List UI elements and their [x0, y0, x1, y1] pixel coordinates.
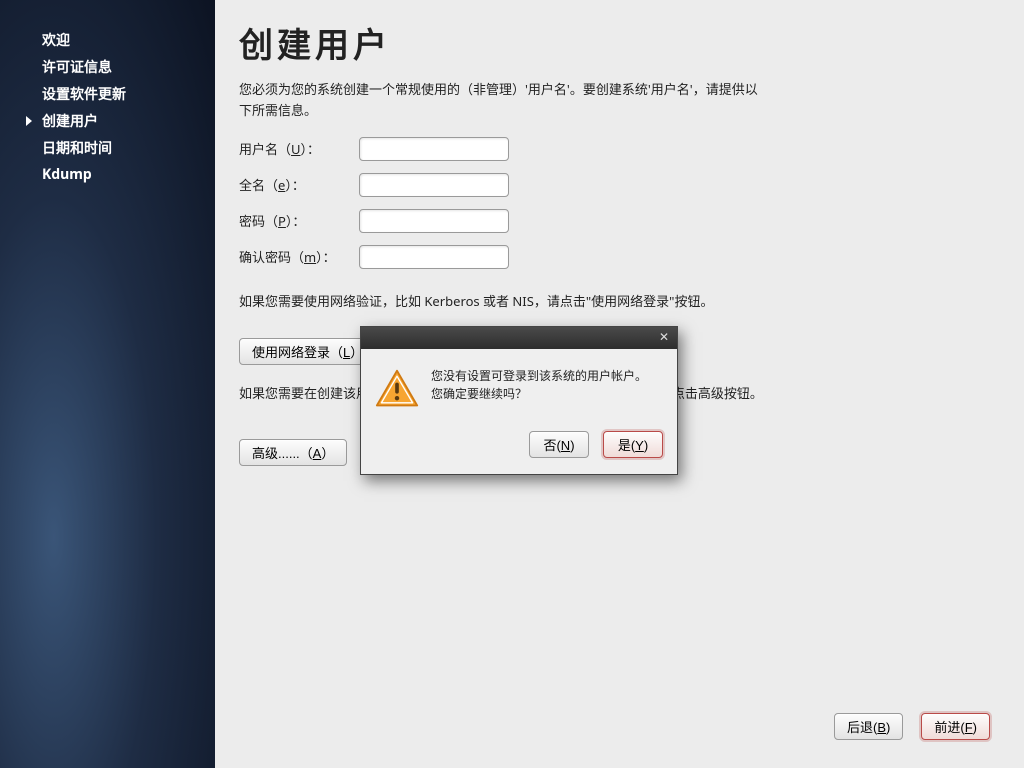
row-password: 密码（P）：: [239, 209, 990, 233]
confirm-dialog: ✕ 您没有设置可登录到该系统的用户帐户。 您确定要继续吗？ 否(N) 是(Y): [360, 326, 678, 475]
sidebar-item-license[interactable]: 许可证信息: [20, 55, 215, 82]
wizard-sidebar: 欢迎 许可证信息 设置软件更新 创建用户 日期和时间 Kdump: [0, 0, 215, 768]
sidebar-item-updates[interactable]: 设置软件更新: [20, 82, 215, 109]
advanced-button[interactable]: 高级......（A）: [239, 439, 347, 466]
input-username[interactable]: [359, 137, 509, 161]
input-confirm[interactable]: [359, 245, 509, 269]
network-note: 如果您需要使用网络验证，比如 Kerberos 或者 NIS，请点击"使用网络登…: [239, 291, 839, 310]
dialog-message-line2: 您确定要继续吗？: [431, 385, 647, 403]
input-password[interactable]: [359, 209, 509, 233]
sidebar-item-kdump[interactable]: Kdump: [20, 162, 215, 189]
input-fullname[interactable]: [359, 173, 509, 197]
page-title: 创建用户: [239, 18, 990, 67]
page-description: 您必须为您的系统创建一个常规使用的（非管理）'用户名'。要创建系统'用户名'，请…: [239, 79, 759, 121]
label-confirm: 确认密码（m）：: [239, 247, 359, 266]
dialog-message: 您没有设置可登录到该系统的用户帐户。 您确定要继续吗？: [431, 367, 647, 411]
sidebar-item-create-user[interactable]: 创建用户: [20, 109, 215, 136]
dialog-message-line1: 您没有设置可登录到该系统的用户帐户。: [431, 367, 647, 385]
forward-button[interactable]: 前进(F): [921, 713, 990, 740]
row-username: 用户名（U）：: [239, 137, 990, 161]
label-password: 密码（P）：: [239, 211, 359, 230]
dialog-titlebar[interactable]: ✕: [361, 327, 677, 349]
dialog-yes-button[interactable]: 是(Y): [603, 431, 663, 458]
dialog-no-button[interactable]: 否(N): [529, 431, 589, 458]
back-button[interactable]: 后退(B): [834, 713, 903, 740]
row-confirm: 确认密码（m）：: [239, 245, 990, 269]
label-username: 用户名（U）：: [239, 139, 359, 158]
sidebar-item-welcome[interactable]: 欢迎: [20, 28, 215, 55]
label-fullname: 全名（e）：: [239, 175, 359, 194]
close-icon[interactable]: ✕: [657, 331, 671, 345]
row-fullname: 全名（e）：: [239, 173, 990, 197]
app-root: 欢迎 许可证信息 设置软件更新 创建用户 日期和时间 Kdump 创建用户 您必…: [0, 0, 1024, 768]
footer-nav: 后退(B) 前进(F): [834, 713, 990, 740]
warning-icon: [375, 367, 419, 411]
dialog-buttons: 否(N) 是(Y): [361, 417, 677, 474]
sidebar-item-datetime[interactable]: 日期和时间: [20, 136, 215, 163]
dialog-body: 您没有设置可登录到该系统的用户帐户。 您确定要继续吗？: [361, 349, 677, 417]
